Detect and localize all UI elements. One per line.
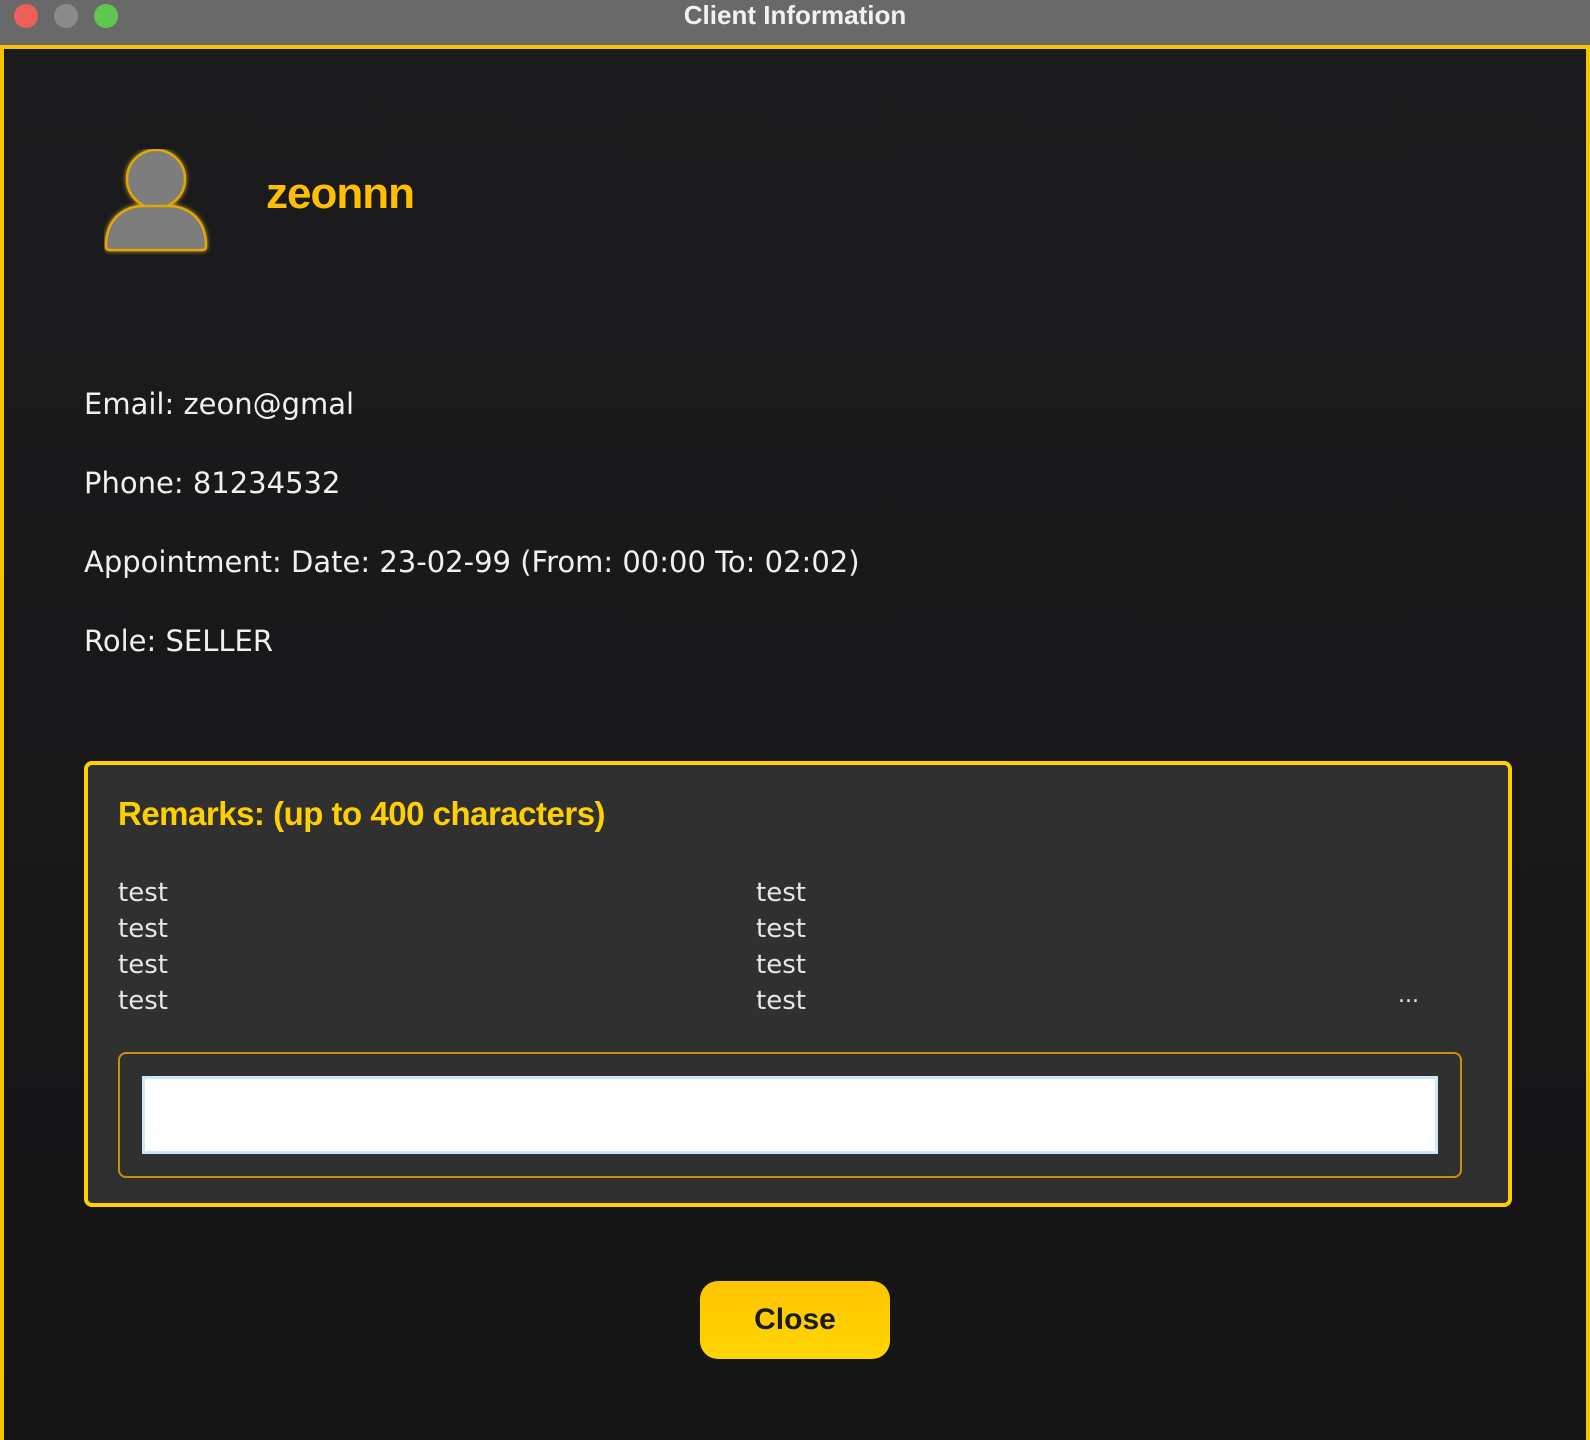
remarks-panel: Remarks: (up to 400 characters) test test… (84, 761, 1512, 1207)
remark-item: test (756, 950, 806, 980)
remark-item: test (118, 914, 168, 944)
remarks-list: test test test test test test test test (118, 875, 1458, 1019)
remark-input-frame (118, 1052, 1462, 1178)
client-appointment: Appointment: Date: 23-02-99 (From: 00:00… (84, 545, 860, 579)
client-info-content: zeonnn Email: zeon@gmal Phone: 81234532 … (0, 45, 1590, 1440)
client-name: zeonnn (266, 169, 415, 218)
remarks-overflow-indicator[interactable]: ... (1398, 983, 1419, 1008)
remark-item: test (118, 878, 168, 908)
remark-item: test (118, 950, 168, 980)
title-bar[interactable]: Client Information (0, 0, 1590, 45)
client-information-window: Client Information zeonnn Email: zeon@gm… (0, 0, 1590, 1440)
client-phone: Phone: 81234532 (84, 466, 341, 500)
remark-input[interactable] (142, 1076, 1438, 1154)
avatar-icon (104, 148, 214, 259)
remark-item: test (756, 878, 806, 908)
remarks-title: Remarks: (up to 400 characters) (118, 795, 606, 832)
window-title: Client Information (683, 0, 907, 30)
client-email: Email: zeon@gmal (84, 387, 355, 421)
close-button[interactable]: Close (700, 1281, 890, 1359)
remark-item: test (118, 986, 168, 1016)
remark-item: test (756, 986, 806, 1016)
client-role: Role: SELLER (84, 624, 273, 658)
remark-item: test (756, 914, 806, 944)
